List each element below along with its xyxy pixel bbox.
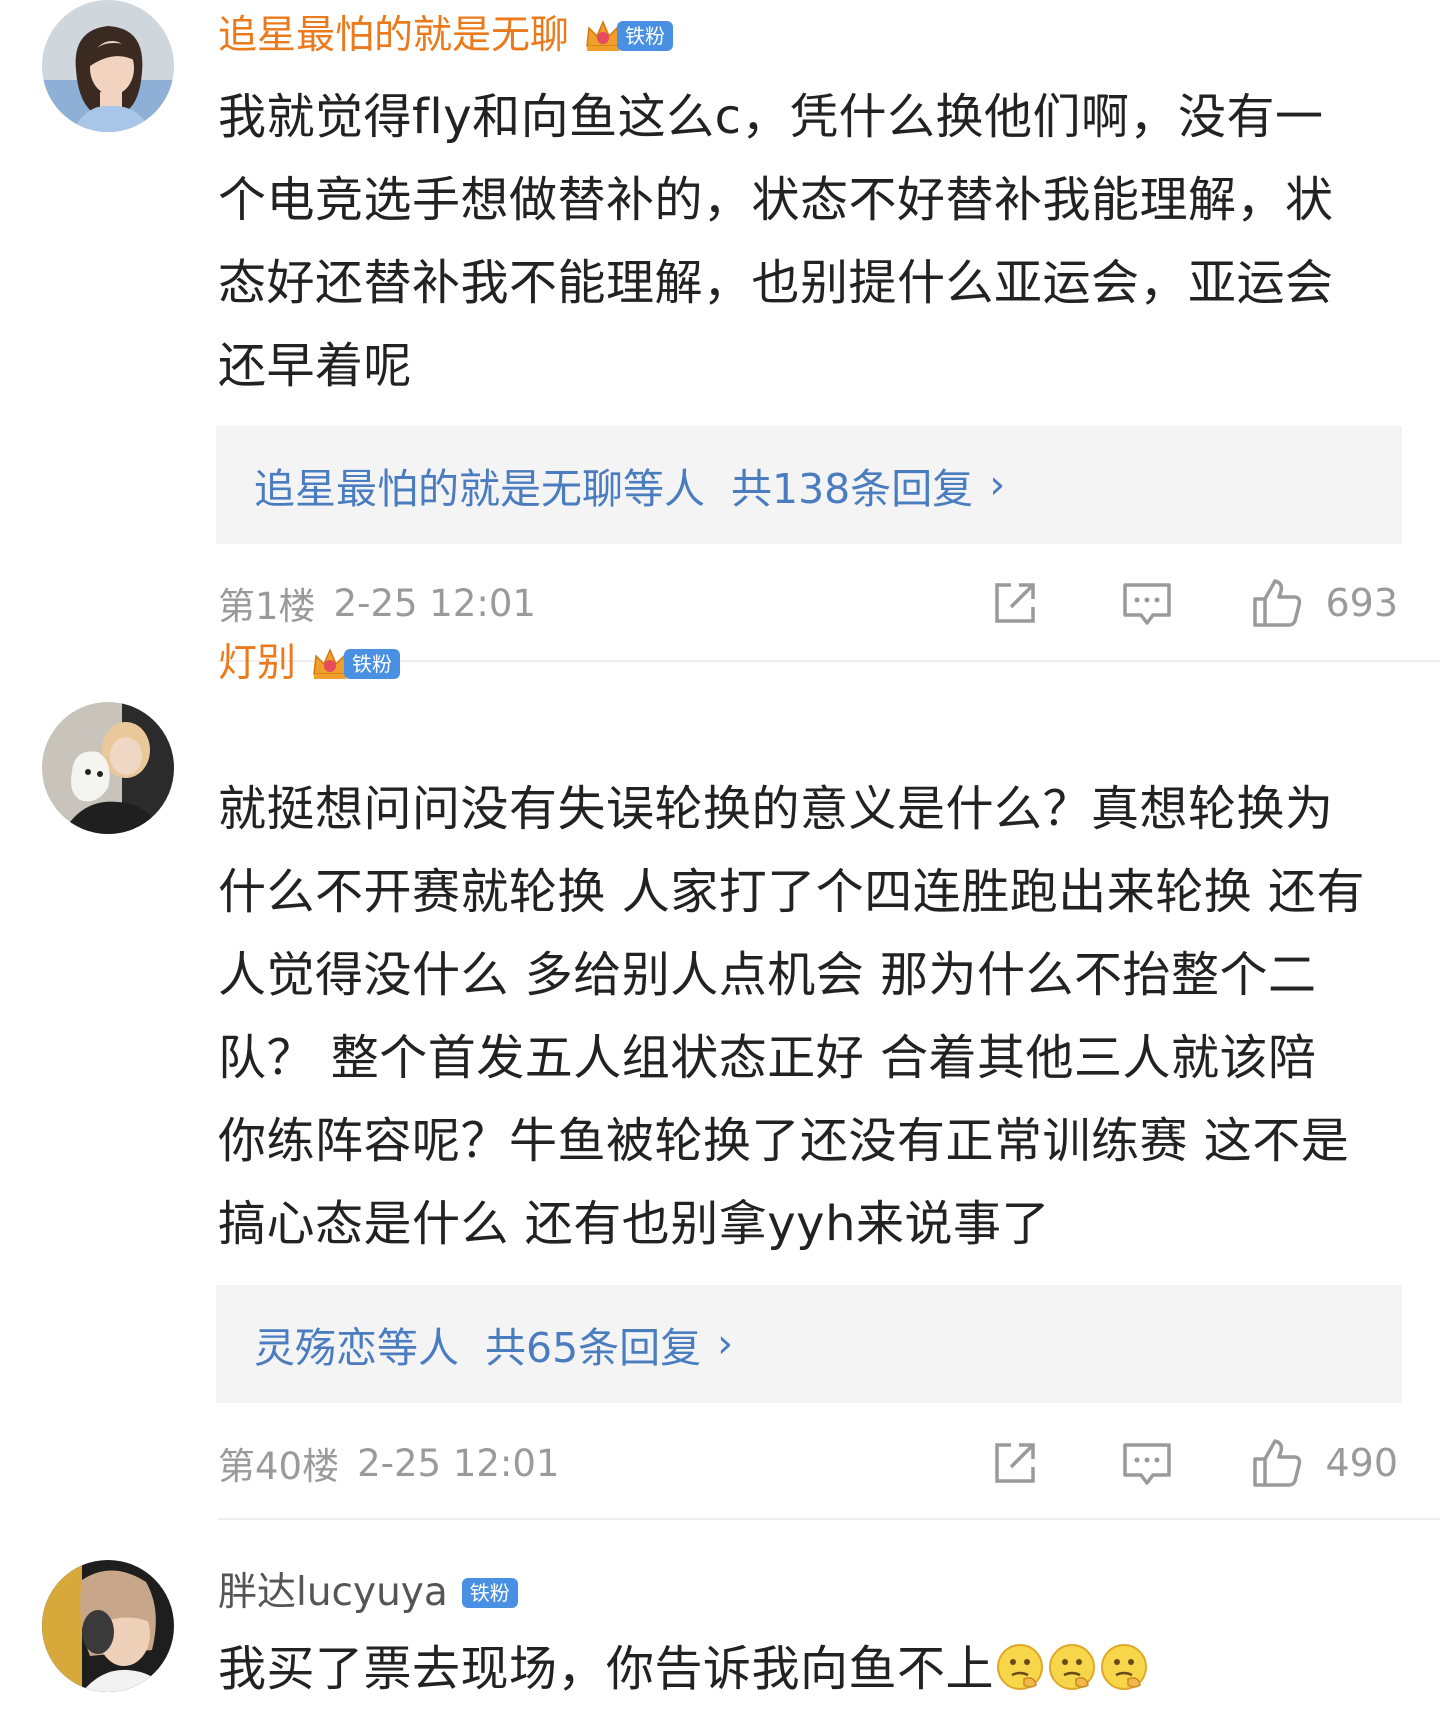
thumbs-up-icon	[1253, 579, 1302, 627]
comment-line: 队？ 整个首发五人组状态正好 合着其他三人就该陪	[218, 1030, 1317, 1086]
reply-count: 共138条回复	[731, 465, 974, 513]
fan-badge-label: 铁粉	[461, 1578, 518, 1608]
fan-badge: 铁粉	[310, 644, 401, 684]
comment-icon	[1123, 1443, 1172, 1485]
comment-line: 什么不开赛就轮换 人家打了个四连胜跑出来轮换 还有	[218, 864, 1366, 920]
timestamp: 2-25 12:01	[333, 581, 536, 625]
username[interactable]: 追星最怕的就是无聊	[218, 6, 569, 66]
thumbs-up-icon	[1253, 1439, 1302, 1487]
share-button[interactable]	[989, 577, 1041, 629]
timestamp: 2-25 12:01	[357, 1441, 560, 1485]
fan-badge: 铁粉	[583, 16, 674, 56]
comment-text: 我买了票去现场，你告诉我向鱼不上	[218, 1628, 1398, 1711]
comment-line: 搞心态是什么 还有也别拿yyh来说事了	[218, 1196, 1050, 1252]
username[interactable]: 灯别	[218, 634, 296, 694]
comment-line: 我就觉得fly和向鱼这么c，凭什么换他们啊，没有一	[218, 89, 1324, 145]
avatar[interactable]	[42, 702, 174, 834]
chevron-right-icon: ›	[717, 1321, 734, 1367]
floor-number: 第40楼	[218, 1445, 340, 1488]
thinking-face-emoji	[1049, 1644, 1096, 1690]
reply-user-names: 追星最怕的就是无聊	[254, 465, 623, 513]
thinking-face-emoji	[1101, 1644, 1148, 1690]
comment-text: 我就觉得fly和向鱼这么c，凭什么换他们啊，没有一 个电竞选手想做替补的，状态不…	[218, 76, 1398, 408]
like-button[interactable]: 490	[1251, 1437, 1398, 1489]
like-count: 490	[1325, 1441, 1398, 1485]
reply-etc-label: 等人	[623, 465, 705, 513]
fan-badge-label: 铁粉	[344, 649, 401, 679]
comment-line: 态好还替补我不能理解，也别提什么亚运会，亚运会	[218, 255, 1334, 311]
reply-button[interactable]	[1121, 1437, 1173, 1489]
fan-badge-label: 铁粉	[617, 21, 674, 51]
thinking-face-emoji	[997, 1644, 1044, 1690]
comment-line: 人觉得没什么 多给别人点机会 那为什么不抬整个二	[218, 947, 1317, 1003]
comment-line: 还早着呢	[218, 338, 413, 394]
chevron-right-icon: ›	[989, 462, 1006, 508]
divider	[218, 1518, 1440, 1520]
avatar-image	[42, 702, 174, 834]
replies-summary[interactable]: 灵殇恋 等人 共65条回复 ›	[216, 1285, 1402, 1403]
divider	[218, 660, 1440, 662]
reply-etc-label: 等人	[377, 1324, 459, 1372]
username[interactable]: 胖达lucyuya	[218, 1563, 448, 1623]
reply-button[interactable]	[1121, 577, 1173, 629]
comment-text: 就挺想问问没有失误轮换的意义是什么？真想轮换为 什么不开赛就轮换 人家打了个四连…	[218, 768, 1398, 1266]
replies-summary[interactable]: 追星最怕的就是无聊 等人 共138条回复 ›	[216, 426, 1402, 544]
reply-count: 共65条回复	[485, 1324, 702, 1372]
comment-line-text: 我买了票去现场，你告诉我向鱼不上	[218, 1641, 995, 1697]
like-count: 693	[1325, 581, 1398, 625]
share-icon	[995, 1443, 1036, 1483]
comment-icon	[1123, 583, 1172, 625]
avatar-image	[42, 1560, 174, 1692]
avatar[interactable]	[42, 0, 174, 132]
comment-line: 就挺想问问没有失误轮换的意义是什么？真想轮换为	[218, 781, 1334, 837]
share-button[interactable]	[989, 1437, 1041, 1489]
share-icon	[995, 583, 1036, 623]
avatar[interactable]	[42, 1560, 174, 1692]
comment-line: 你练阵容呢？牛鱼被轮换了还没有正常训练赛 这不是	[218, 1113, 1350, 1169]
reply-user-names: 灵殇恋	[254, 1324, 377, 1372]
fan-badge: 铁粉	[461, 1573, 518, 1613]
like-button[interactable]: 693	[1251, 577, 1398, 629]
avatar-image	[42, 0, 174, 132]
floor-number: 第1楼	[218, 585, 316, 628]
comment-line: 个电竞选手想做替补的，状态不好替补我能理解，状	[218, 172, 1334, 228]
comment-line: 我买了票去现场，你告诉我向鱼不上	[218, 1628, 1398, 1711]
